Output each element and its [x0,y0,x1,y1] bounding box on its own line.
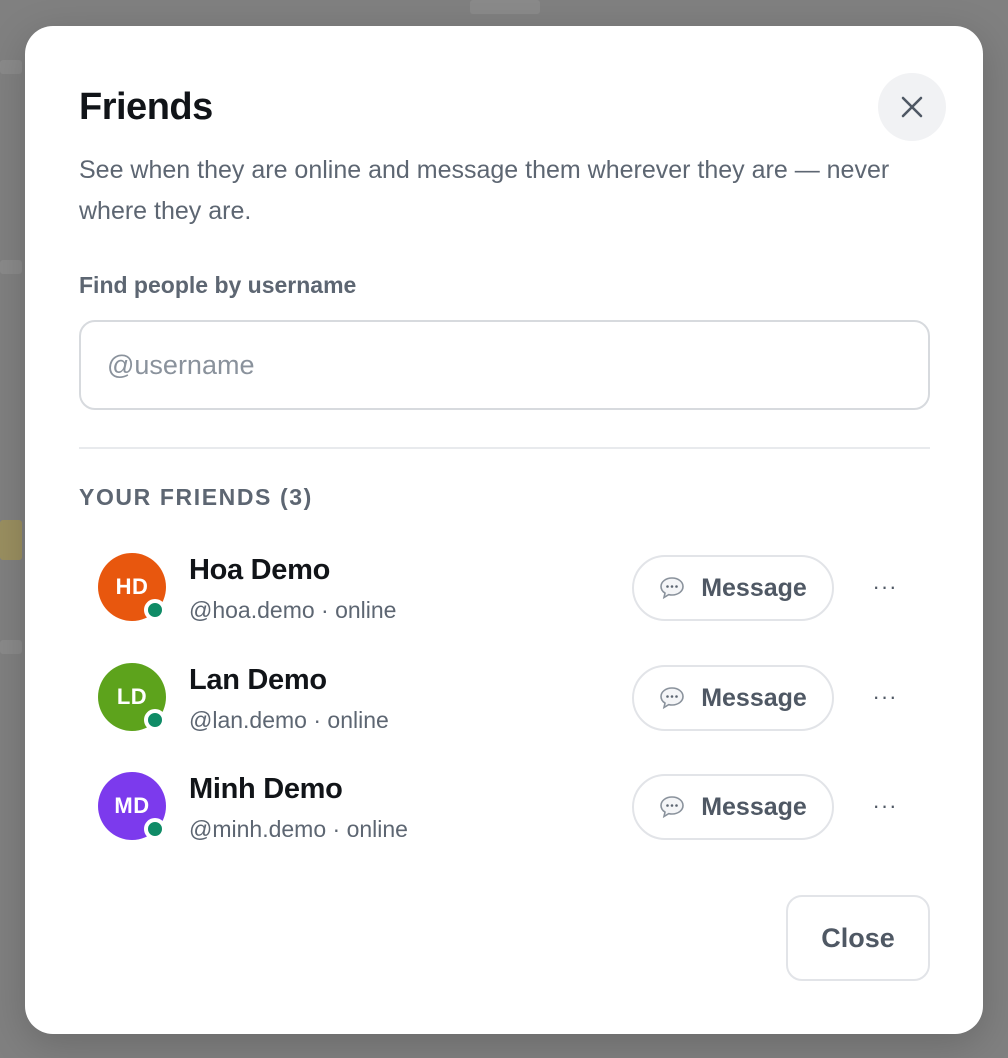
message-button-label: Message [701,683,807,712]
more-options-icon: ··· [872,684,898,709]
friend-row: HD Hoa Demo @hoa.demo · online Message ·… [79,553,930,643]
backdrop-blur-element [0,640,22,654]
chat-bubble-icon [660,796,684,819]
search-label: Find people by username [79,272,357,298]
message-button[interactable]: Message [632,555,834,621]
more-options-button[interactable]: ··· [864,786,906,826]
friend-row: MD Minh Demo @minh.demo · online Message… [79,772,930,862]
backdrop-blur-element [0,260,22,274]
message-button-label: Message [701,792,807,821]
online-status-dot [144,709,166,731]
backdrop-blur-element [0,520,22,560]
username-search-input[interactable] [79,320,930,410]
friends-section-title: YOUR FRIENDS (3) [79,484,313,510]
message-button[interactable]: Message [632,665,834,731]
friend-name: Lan Demo [189,664,327,696]
friend-name: Minh Demo [189,773,343,805]
message-button[interactable]: Message [632,774,834,840]
more-options-icon: ··· [872,793,898,818]
message-button-label: Message [701,573,807,602]
more-options-button[interactable]: ··· [864,677,906,717]
dialog-subtitle: See when they are online and message the… [79,156,890,225]
friend-username-status: @minh.demo · online [189,816,408,842]
close-icon [901,96,923,118]
friend-row: LD Lan Demo @lan.demo · online Message ·… [79,663,930,753]
backdrop-blur-element [470,0,540,14]
friend-name: Hoa Demo [189,554,331,586]
dialog-title: Friends [79,86,213,128]
backdrop-blur-element [0,60,22,74]
chat-bubble-icon [660,577,684,600]
divider [79,447,930,449]
more-options-button[interactable]: ··· [864,567,906,607]
online-status-dot [144,818,166,840]
close-button[interactable]: Close [786,895,930,981]
friend-username-status: @hoa.demo · online [189,597,397,623]
online-status-dot [144,599,166,621]
more-options-icon: ··· [872,574,898,599]
chat-bubble-icon [660,687,684,710]
friends-dialog: Friends See when they are online and mes… [25,26,983,1034]
dialog-close-button[interactable] [878,73,946,141]
friend-username-status: @lan.demo · online [189,707,389,733]
